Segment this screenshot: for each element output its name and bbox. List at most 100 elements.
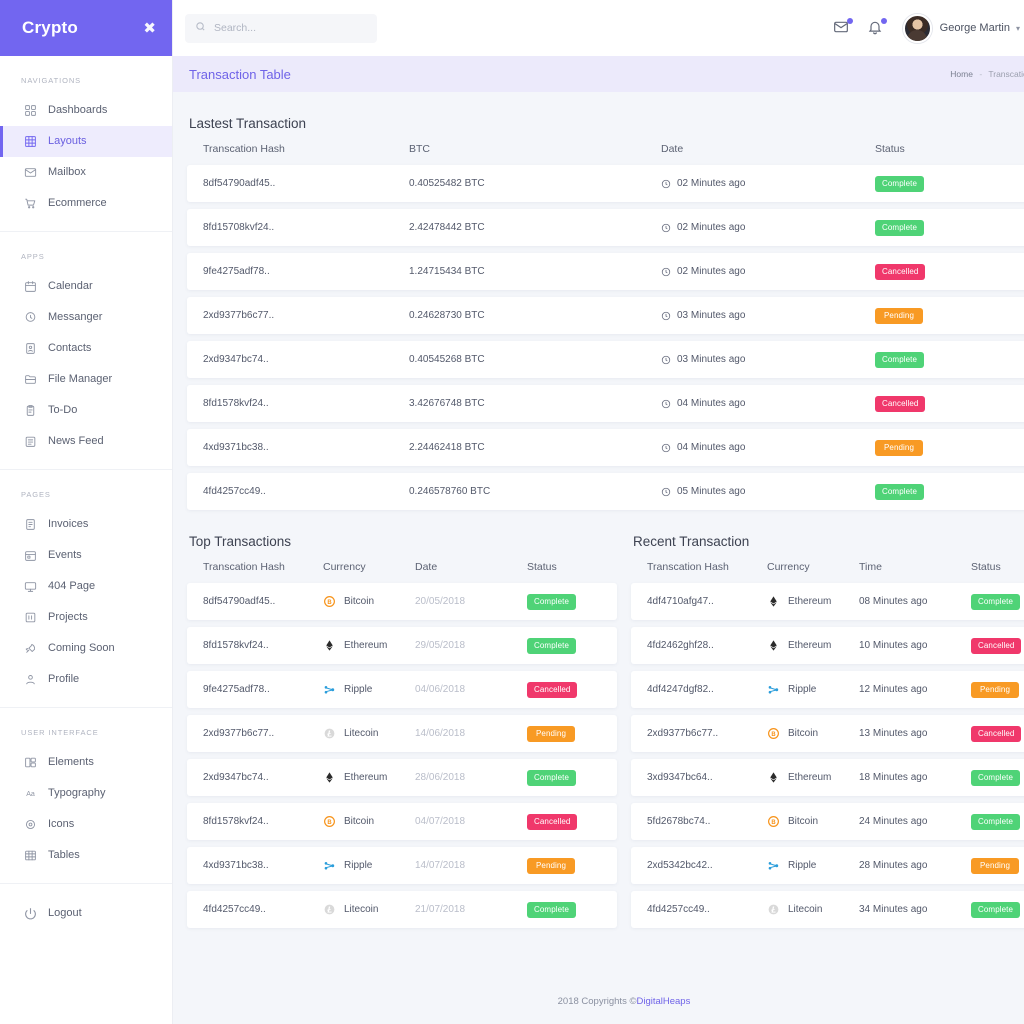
table-row[interactable]: 8fd1578kvf24..3.42676748 BTC04 Minutes a… bbox=[187, 385, 1024, 422]
cell-currency-text: Bitcoin bbox=[344, 596, 374, 607]
breadcrumb-home[interactable]: Home bbox=[950, 69, 973, 79]
sidebar-item-elements[interactable]: Elements bbox=[0, 747, 172, 778]
sidebar-item-file-manager[interactable]: File Manager bbox=[0, 364, 172, 395]
column-header-currency: Currency bbox=[323, 561, 415, 573]
cell-date: 28/06/2018 bbox=[415, 772, 527, 783]
table-row[interactable]: 3xd9347bc64..Ethereum18 Minutes agoCompl… bbox=[631, 759, 1024, 796]
sidebar-item-typography[interactable]: AaTypography bbox=[0, 778, 172, 809]
table-row[interactable]: 4df4710afg47..Ethereum08 Minutes agoComp… bbox=[631, 583, 1024, 620]
sidebar-item-calendar[interactable]: Calendar bbox=[0, 271, 172, 302]
cell-time: 24 Minutes ago bbox=[859, 816, 971, 827]
table-row[interactable]: 4df4247dgf82..Ripple12 Minutes agoPendin… bbox=[631, 671, 1024, 708]
sidebar-item-label: Dashboards bbox=[48, 105, 107, 116]
table-row[interactable]: 9fe4275adf78..1.24715434 BTC02 Minutes a… bbox=[187, 253, 1024, 290]
monitor-icon bbox=[24, 580, 37, 593]
close-icon[interactable]: ✖ bbox=[143, 21, 156, 36]
table-row[interactable]: 8fd15708kvf24..2.42478442 BTC02 Minutes … bbox=[187, 209, 1024, 246]
sidebar-item-ecommerce[interactable]: Ecommerce bbox=[0, 188, 172, 219]
table-row[interactable]: 8df54790adf45..BBitcoin20/05/2018Complet… bbox=[187, 583, 617, 620]
cell-date: 04 Minutes ago bbox=[661, 398, 875, 409]
bell-icon[interactable] bbox=[867, 19, 885, 37]
mail-icon[interactable] bbox=[833, 19, 851, 37]
sidebar-item-dashboards[interactable]: Dashboards bbox=[0, 95, 172, 126]
search-input[interactable] bbox=[214, 22, 367, 34]
table-row[interactable]: 2xd9377b6c77..BBitcoin13 Minutes agoCanc… bbox=[631, 715, 1024, 752]
footer-link[interactable]: DigitalHeaps bbox=[636, 996, 690, 1007]
sidebar-item-404-page[interactable]: 404 Page bbox=[0, 571, 172, 602]
invoice-icon bbox=[24, 518, 37, 531]
sidebar-item-messanger[interactable]: Messanger bbox=[0, 302, 172, 333]
table-row[interactable]: 4fd4257cc49..Litecoin21/07/2018Complete bbox=[187, 891, 617, 928]
column-header-status: Status bbox=[527, 561, 601, 573]
cell-status: Cancelled bbox=[527, 814, 601, 830]
cell-date: 04/07/2018 bbox=[415, 816, 527, 827]
svg-text:Aa: Aa bbox=[26, 791, 35, 798]
cell-date: 20/05/2018 bbox=[415, 596, 527, 607]
status-badge: Pending bbox=[875, 308, 923, 324]
cell-date-text: 05 Minutes ago bbox=[677, 486, 745, 497]
circle-icon bbox=[24, 818, 37, 831]
cell-hash: 9fe4275adf78.. bbox=[203, 684, 323, 695]
table-row[interactable]: 2xd9347bc74..0.40545268 BTC03 Minutes ag… bbox=[187, 341, 1024, 378]
sidebar-item-layouts[interactable]: Layouts bbox=[0, 126, 172, 157]
table-row[interactable]: 4xd9371bc38..Ripple14/07/2018Pending bbox=[187, 847, 617, 884]
column-header-status: Status bbox=[971, 561, 1024, 573]
cell-status: Pending bbox=[527, 726, 601, 742]
status-badge: Cancelled bbox=[527, 682, 577, 698]
status-badge: Pending bbox=[527, 726, 575, 742]
table-row[interactable]: 4xd9371bc38..2.24462418 BTC04 Minutes ag… bbox=[187, 429, 1024, 466]
cell-time: 08 Minutes ago bbox=[859, 596, 971, 607]
status-badge: Pending bbox=[971, 858, 1019, 874]
cell-status: Pending bbox=[875, 440, 995, 456]
table-row[interactable]: 8fd1578kvf24..Ethereum29/05/2018Complete bbox=[187, 627, 617, 664]
table-row[interactable]: 8df54790adf45..0.40525482 BTC02 Minutes … bbox=[187, 165, 1024, 202]
cell-date-text: 02 Minutes ago bbox=[677, 266, 745, 277]
table-row[interactable]: 4fd4257cc49..Litecoin34 Minutes agoCompl… bbox=[631, 891, 1024, 928]
sidebar-item-tables[interactable]: Tables bbox=[0, 840, 172, 871]
sidebar-item-events[interactable]: Events bbox=[0, 540, 172, 571]
brand-title: Crypto bbox=[22, 18, 78, 38]
sidebar-section-label: NAVIGATIONS bbox=[0, 70, 172, 95]
column-header-hash: Transcation Hash bbox=[203, 561, 323, 573]
table-row[interactable]: 2xd9347bc74..Ethereum28/06/2018Complete bbox=[187, 759, 617, 796]
search-box[interactable] bbox=[185, 14, 377, 43]
sidebar-item-invoices[interactable]: Invoices bbox=[0, 509, 172, 540]
text-aa-icon: Aa bbox=[24, 787, 37, 800]
user-menu[interactable]: George Martin ▾ bbox=[903, 14, 1020, 43]
cell-time: 12 Minutes ago bbox=[859, 684, 971, 695]
table-row[interactable]: 4fd2462ghf28..Ethereum10 Minutes agoCanc… bbox=[631, 627, 1024, 664]
sidebar-item-mailbox[interactable]: Mailbox bbox=[0, 157, 172, 188]
cell-currency: Ethereum bbox=[323, 771, 415, 784]
sidebar-item-label: To-Do bbox=[48, 405, 77, 416]
rocket-icon bbox=[24, 642, 37, 655]
cell-currency-text: Bitcoin bbox=[788, 728, 818, 739]
sidebar-item-news-feed[interactable]: News Feed bbox=[0, 426, 172, 457]
sidebar-item-logout[interactable]: Logout bbox=[0, 898, 172, 929]
table-row[interactable]: 2xd5342bc42..Ripple28 Minutes agoPending bbox=[631, 847, 1024, 884]
sidebar-item-label: Logout bbox=[48, 908, 82, 919]
table-row[interactable]: 9fe4275adf78..Ripple04/06/2018Cancelled bbox=[187, 671, 617, 708]
table-row[interactable]: 2xd9377b6c77..Litecoin14/06/2018Pending bbox=[187, 715, 617, 752]
status-badge: Pending bbox=[971, 682, 1019, 698]
table-row[interactable]: 2xd9377b6c77..0.24628730 BTC03 Minutes a… bbox=[187, 297, 1024, 334]
cell-currency-text: Ripple bbox=[344, 684, 372, 695]
latest-table: Transcation Hash BTC Date Status 8df5479… bbox=[187, 137, 1024, 510]
table-row[interactable]: 5fd2678bc74..BBitcoin24 Minutes agoCompl… bbox=[631, 803, 1024, 840]
cell-currency: Ethereum bbox=[767, 771, 859, 784]
sidebar-item-to-do[interactable]: To-Do bbox=[0, 395, 172, 426]
table-row[interactable]: 4fd4257cc49..0.246578760 BTC05 Minutes a… bbox=[187, 473, 1024, 510]
cell-date: 02 Minutes ago bbox=[661, 178, 875, 189]
status-badge: Pending bbox=[875, 440, 923, 456]
cell-currency-text: Ethereum bbox=[788, 596, 831, 607]
table-row[interactable]: 8fd1578kvf24..BBitcoin04/07/2018Cancelle… bbox=[187, 803, 617, 840]
cell-currency-text: Ethereum bbox=[788, 772, 831, 783]
cell-time: 13 Minutes ago bbox=[859, 728, 971, 739]
sidebar-item-projects[interactable]: Projects bbox=[0, 602, 172, 633]
status-badge: Complete bbox=[875, 176, 924, 192]
sidebar-item-label: Tables bbox=[48, 850, 80, 861]
sidebar-item-contacts[interactable]: Contacts bbox=[0, 333, 172, 364]
sidebar-item-coming-soon[interactable]: Coming Soon bbox=[0, 633, 172, 664]
sidebar-item-icons[interactable]: Icons bbox=[0, 809, 172, 840]
chevron-down-icon[interactable]: ▾ bbox=[1016, 24, 1020, 33]
sidebar-item-profile[interactable]: Profile bbox=[0, 664, 172, 695]
